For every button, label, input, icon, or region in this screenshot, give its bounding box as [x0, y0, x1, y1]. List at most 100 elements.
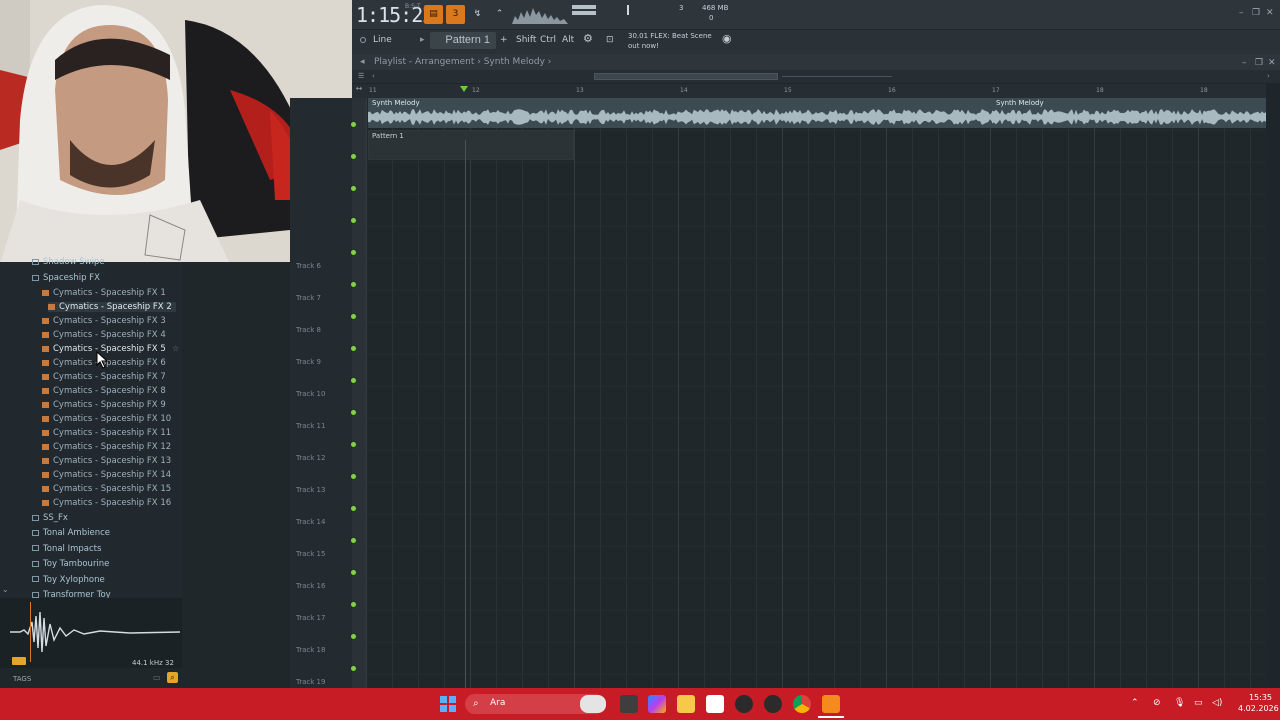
track-mute-led-icon[interactable] — [351, 442, 356, 447]
track-mute-led-icon[interactable] — [351, 282, 356, 287]
browser-file-item[interactable]: Cymatics - Spaceship FX 3 — [42, 316, 166, 326]
store-icon[interactable] — [706, 695, 724, 713]
alt-button[interactable]: Alt — [562, 35, 574, 45]
scroll-left-icon[interactable]: ‹ — [372, 72, 375, 80]
master-volume-bar[interactable] — [572, 5, 596, 9]
microphone-icon[interactable]: 🎙︎ — [1174, 698, 1185, 708]
favorite-star-icon[interactable]: ☆ — [172, 344, 179, 353]
track-mute-led-icon[interactable] — [351, 154, 356, 159]
playlist-close-icon[interactable]: ✕ — [1268, 58, 1276, 68]
task-view-icon[interactable] — [620, 695, 638, 713]
browser-folder[interactable]: Tonal Impacts — [32, 544, 101, 554]
track-label[interactable]: Track 8 — [296, 326, 321, 334]
track-mute-led-icon[interactable] — [351, 634, 356, 639]
online-icon[interactable]: ◉ — [722, 32, 732, 45]
browser-folder[interactable]: Tonal Ambience — [32, 528, 110, 538]
settings-icon[interactable]: ⚙ — [583, 32, 593, 45]
browser-file-item[interactable]: Cymatics - Spaceship FX 7 — [42, 372, 166, 382]
track-label[interactable]: Track 18 — [296, 646, 325, 654]
preview-toggle-icon[interactable] — [12, 657, 26, 665]
start-icon[interactable] — [440, 696, 456, 712]
track-mute-led-icon[interactable] — [351, 666, 356, 671]
track-mute-led-icon[interactable] — [351, 570, 356, 575]
track-mute-led-icon[interactable] — [351, 378, 356, 383]
track-label[interactable]: Track 13 — [296, 486, 325, 494]
shift-button[interactable]: Shift — [516, 35, 536, 45]
track-label[interactable]: Track 7 — [296, 294, 321, 302]
master-pitch-bar[interactable] — [572, 11, 596, 15]
browser-file-item[interactable]: Cymatics - Spaceship FX 4 — [42, 330, 166, 340]
tempo-button[interactable]: 3 — [446, 5, 465, 24]
browser-file-item[interactable]: Cymatics - Spaceship FX 10 — [42, 414, 171, 424]
audio-clip[interactable]: Synth Melody — [368, 98, 992, 128]
record-mode-button[interactable]: ▤ — [424, 5, 443, 24]
scroll-thumb[interactable] — [594, 73, 778, 80]
collapse-icon[interactable]: ⌄ — [2, 585, 9, 594]
playlist-restore-icon[interactable]: ❐ — [1255, 58, 1263, 68]
playhead-marker-icon[interactable] — [460, 86, 468, 92]
tag-icon[interactable]: ▭ — [153, 673, 161, 682]
browser-file-item[interactable]: Cymatics - Spaceship FX 1 — [42, 288, 166, 298]
track-mute-led-icon[interactable] — [351, 474, 356, 479]
song-position-display[interactable]: 1:15:22 — [356, 3, 434, 27]
copilot-icon[interactable] — [648, 695, 666, 713]
snap-icon[interactable] — [360, 37, 366, 43]
track-label[interactable]: Track 11 — [296, 422, 325, 430]
search-icon[interactable]: ⌕ — [167, 672, 178, 683]
wait-button[interactable]: ↯ — [468, 5, 487, 24]
network-icon[interactable]: ▭ — [1194, 698, 1203, 708]
browser-file-item[interactable]: Cymatics - Spaceship FX 14 — [42, 470, 171, 480]
browser-folder[interactable]: SS_Fx — [32, 513, 68, 523]
browser-folder[interactable]: Shadow Swipe — [32, 257, 105, 267]
browser-file-item[interactable]: Cymatics - Spaceship FX 11 — [42, 428, 171, 438]
resize-icon[interactable]: ↔ — [352, 84, 366, 98]
browser-file-item[interactable]: Cymatics - Spaceship FX 2 — [48, 302, 176, 312]
maximize-icon[interactable]: ❐ — [1252, 8, 1260, 18]
scroll-right-icon[interactable]: › — [1267, 72, 1270, 80]
browser-file-item[interactable]: Cymatics - Spaceship FX 9 — [42, 400, 166, 410]
track-label[interactable]: Track 19 — [296, 678, 325, 686]
track-label[interactable]: Track 14 — [296, 518, 325, 526]
track-mute-led-icon[interactable] — [351, 122, 356, 127]
track-label[interactable]: Track 15 — [296, 550, 325, 558]
browser-folder[interactable]: Toy Xylophone — [32, 575, 105, 585]
browser-file-item[interactable]: Cymatics - Spaceship FX 13 — [42, 456, 171, 466]
browser-file-item[interactable]: Cymatics - Spaceship FX 15 — [42, 484, 171, 494]
browser-file-item[interactable]: Cymatics - Spaceship FX 16 — [42, 498, 171, 508]
timeline-ruler[interactable]: 11 12 13 14 15 16 17 18 18 — [366, 84, 1266, 98]
play-arrow-icon[interactable]: ▸ — [420, 35, 425, 45]
track-mute-led-icon[interactable] — [351, 410, 356, 415]
news-hint[interactable]: 30.01 FLEX: Beat Scene out now! — [628, 31, 718, 51]
cart-icon[interactable]: ⊡ — [606, 35, 614, 45]
app-icon[interactable] — [735, 695, 753, 713]
browser-folder-open[interactable]: Spaceship FX — [32, 273, 100, 283]
track-mute-led-icon[interactable] — [351, 186, 356, 191]
playlist-grid[interactable] — [366, 98, 1266, 688]
browser-file-item[interactable]: Cymatics - Spaceship FX 8 — [42, 386, 166, 396]
metronome-icon[interactable]: ⌃ — [490, 5, 509, 24]
track-label[interactable]: Track 17 — [296, 614, 325, 622]
fl-studio-icon[interactable] — [822, 695, 840, 713]
add-pattern-icon[interactable]: + — [500, 35, 508, 45]
settings-gear-icon[interactable] — [764, 695, 782, 713]
browser-file-item[interactable]: Cymatics - Spaceship FX 12 — [42, 442, 171, 452]
tags-label[interactable]: TAGS — [13, 675, 31, 683]
browser-folder[interactable]: Toy Tambourine — [32, 559, 109, 569]
track-mute-led-icon[interactable] — [351, 346, 356, 351]
track-mute-led-icon[interactable] — [351, 506, 356, 511]
ctrl-button[interactable]: Ctrl — [540, 35, 556, 45]
playlist-tool-icon[interactable]: ☰ — [358, 72, 364, 80]
playlist-scrollbar[interactable]: ☰ ‹ › — [352, 70, 1280, 83]
file-explorer-icon[interactable] — [677, 695, 695, 713]
track-label[interactable]: Track 10 — [296, 390, 325, 398]
volume-icon[interactable]: ◁) — [1212, 698, 1222, 708]
close-icon[interactable]: ✕ — [1266, 8, 1274, 18]
playlist-menu-icon[interactable]: ◂ — [360, 54, 365, 70]
track-label[interactable]: Track 9 — [296, 358, 321, 366]
snap-select[interactable]: Line — [373, 35, 392, 45]
track-label[interactable]: Track 16 — [296, 582, 325, 590]
sample-preview[interactable] — [0, 598, 182, 668]
track-mute-led-icon[interactable] — [351, 218, 356, 223]
tray-app-icon[interactable]: ⊘ — [1153, 698, 1161, 708]
search-highlight-icon[interactable] — [580, 695, 606, 713]
